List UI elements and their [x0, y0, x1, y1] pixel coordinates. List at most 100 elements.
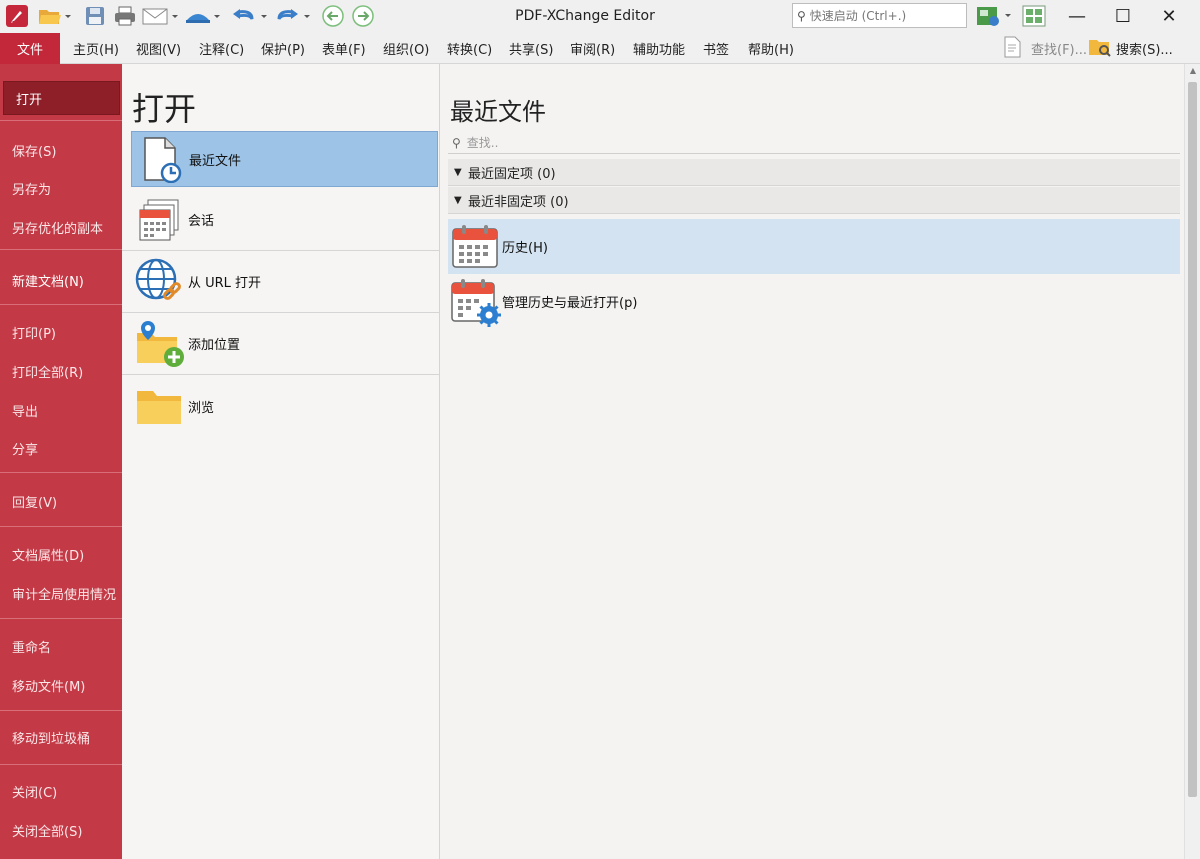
- sidebar-item-print-all[interactable]: 打印全部(R): [0, 354, 122, 388]
- backstage-sidebar: 打开 保存(S) 另存为 另存优化的副本 新建文档(N) 打印(P) 打印全部(…: [0, 64, 122, 859]
- save-icon[interactable]: [82, 4, 108, 28]
- undo-icon[interactable]: [230, 4, 270, 28]
- quick-launch-placeholder: 快速启动 (Ctrl+.): [809, 9, 907, 23]
- sidebar-item-save-optimized[interactable]: 另存优化的副本: [0, 210, 122, 244]
- sidebar-item-close-all[interactable]: 关闭全部(S): [0, 813, 122, 847]
- menu-home[interactable]: 主页(H): [73, 33, 119, 64]
- sidebar-item-move-file[interactable]: 移动文件(M): [0, 668, 122, 702]
- menu-organize[interactable]: 组织(O): [383, 33, 429, 64]
- open-option-label: 浏览: [188, 400, 215, 416]
- unpinned-group-header[interactable]: ▼ 最近非固定项 (0): [448, 187, 1180, 214]
- manage-history-label: 管理历史与最近打开(p): [502, 296, 638, 311]
- menu-convert[interactable]: 转换(C): [447, 33, 492, 64]
- menu-comment[interactable]: 注释(C): [199, 33, 244, 64]
- redo-icon[interactable]: [272, 4, 314, 28]
- options-gear-icon[interactable]: [972, 4, 1016, 28]
- print-icon[interactable]: [111, 4, 139, 28]
- sidebar-divider: [0, 472, 122, 473]
- sidebar-item-share[interactable]: 分享: [0, 431, 122, 465]
- sidebar-item-audit-usage[interactable]: 审计全局使用情况: [0, 576, 122, 610]
- sidebar-item-document-properties[interactable]: 文档属性(D): [0, 537, 122, 571]
- close-button[interactable]: ✕: [1146, 0, 1192, 33]
- menu-accessibility[interactable]: 辅助功能: [633, 33, 685, 64]
- sidebar-item-move-to-trash[interactable]: 移动到垃圾桶: [0, 720, 122, 754]
- sidebar-item-open[interactable]: 打开: [3, 81, 120, 115]
- open-option-recent-files[interactable]: 最近文件: [131, 131, 438, 187]
- sidebar-divider: [0, 526, 122, 527]
- back-icon[interactable]: [320, 4, 346, 28]
- open-option-browse[interactable]: 浏览: [122, 375, 440, 437]
- menu-protect[interactable]: 保护(P): [261, 33, 305, 64]
- sidebar-item-rename[interactable]: 重命名: [0, 629, 122, 663]
- app-title: PDF-XChange Editor: [515, 8, 655, 24]
- open-option-add-place[interactable]: 添加位置: [122, 313, 440, 375]
- sidebar-item-revert[interactable]: 回复(V): [0, 484, 122, 518]
- open-folder-icon[interactable]: [36, 4, 72, 28]
- pinned-group-label: 最近固定项 (0): [468, 166, 556, 182]
- sidebar-divider: [0, 120, 122, 121]
- menu-form[interactable]: 表单(F): [322, 33, 366, 64]
- history-item[interactable]: 历史(H): [448, 219, 1180, 274]
- recent-files-panel: 最近文件 ⚲ 查找.. ▼ 最近固定项 (0) ▼ 最近非固定项 (0) 历史(…: [440, 64, 1184, 859]
- sidebar-divider: [0, 304, 122, 305]
- menu-review[interactable]: 审阅(R): [570, 33, 615, 64]
- menu-help[interactable]: 帮助(H): [748, 33, 794, 64]
- sidebar-divider: [0, 764, 122, 765]
- find-document-icon: [1003, 36, 1023, 62]
- chevron-down-icon: ▼: [454, 194, 462, 206]
- menu-file-tab[interactable]: 文件: [0, 33, 60, 64]
- open-option-label: 添加位置: [188, 338, 241, 353]
- sidebar-item-export[interactable]: 导出: [0, 393, 122, 427]
- sidebar-divider: [0, 249, 122, 250]
- maximize-button[interactable]: ☐: [1100, 0, 1146, 33]
- sidebar-item-new-document[interactable]: 新建文档(N): [0, 263, 122, 297]
- page-title: 打开: [132, 90, 197, 128]
- minimize-button[interactable]: —: [1054, 0, 1100, 33]
- search-icon: ⚲: [452, 135, 461, 150]
- sidebar-item-save[interactable]: 保存(S): [0, 133, 122, 167]
- menu-bookmarks[interactable]: 书签: [703, 33, 729, 64]
- open-option-session[interactable]: 会话: [122, 189, 440, 251]
- browse-folder-icon: [134, 381, 186, 431]
- history-label: 历史(H): [502, 241, 548, 256]
- open-option-from-url[interactable]: 从 URL 打开: [122, 251, 440, 313]
- search-folder-icon: [1088, 36, 1112, 62]
- app-logo-icon[interactable]: [6, 5, 28, 27]
- menu-bar: 文件 主页(H) 视图(V) 注释(C) 保护(P) 表单(F) 组织(O) 转…: [0, 33, 1200, 64]
- forward-icon[interactable]: [350, 4, 376, 28]
- recent-search-placeholder: 查找..: [466, 136, 499, 150]
- manage-history-item[interactable]: 管理历史与最近打开(p): [448, 274, 1180, 329]
- search-button[interactable]: 搜索(S)...: [1088, 33, 1173, 64]
- globe-link-icon: [134, 257, 186, 307]
- open-option-label: 会话: [188, 214, 215, 229]
- email-icon[interactable]: [140, 4, 182, 28]
- open-options-panel: 打开 最近文件 会话 从 URL 打开 添加位置 浏览: [122, 64, 440, 859]
- quick-launch-input[interactable]: ⚲ 快速启动 (Ctrl+.): [792, 3, 967, 28]
- menu-share[interactable]: 共享(S): [509, 33, 553, 64]
- session-calendar-icon: [134, 195, 186, 245]
- sidebar-divider: [0, 710, 122, 711]
- sidebar-divider: [0, 618, 122, 619]
- layout-grid-icon[interactable]: [1020, 4, 1048, 28]
- sidebar-item-save-as[interactable]: 另存为: [0, 171, 122, 205]
- scroll-thumb[interactable]: [1188, 82, 1197, 797]
- scan-icon[interactable]: [184, 4, 224, 28]
- pinned-group-header[interactable]: ▼ 最近固定项 (0): [448, 159, 1180, 186]
- sidebar-item-print[interactable]: 打印(P): [0, 315, 122, 349]
- manage-history-gear-icon: [448, 277, 502, 327]
- menu-view[interactable]: 视图(V): [136, 33, 181, 64]
- open-option-label: 最近文件: [189, 153, 242, 169]
- title-bar: PDF-XChange Editor ⚲ 快速启动 (Ctrl+.) — ☐ ✕: [0, 0, 1200, 33]
- sidebar-item-close[interactable]: 关闭(C): [0, 774, 122, 808]
- recent-files-icon: [135, 134, 187, 184]
- unpinned-group-label: 最近非固定项 (0): [468, 194, 569, 210]
- find-button[interactable]: 查找(F)...: [1003, 33, 1087, 64]
- history-calendar-icon: [448, 222, 502, 272]
- recent-files-title: 最近文件: [450, 98, 546, 126]
- open-option-label: 从 URL 打开: [188, 276, 262, 291]
- vertical-scrollbar[interactable]: ▲: [1184, 64, 1200, 859]
- scroll-up-icon[interactable]: ▲: [1185, 66, 1200, 80]
- search-icon: ⚲: [797, 8, 806, 23]
- chevron-down-icon: ▼: [454, 166, 462, 178]
- recent-files-search-input[interactable]: ⚲ 查找..: [448, 132, 1180, 154]
